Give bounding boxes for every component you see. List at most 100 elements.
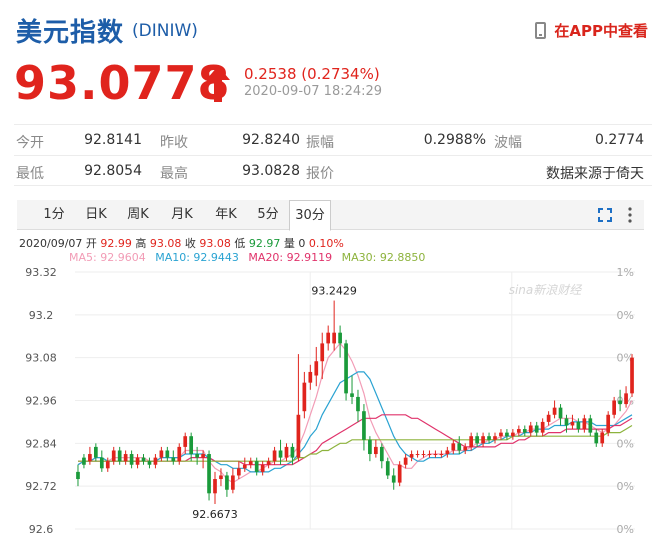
stat-value: 93.0828 [242,163,300,179]
candle-body [356,396,360,412]
candle-body [94,446,98,458]
info-close: 93.08 [199,237,231,250]
info-low-label: 低 [234,237,246,250]
tab-day-k[interactable]: 日K [77,200,115,230]
stat-value: 数据来源于倚天 [546,166,644,182]
candle-body [391,475,396,483]
candle-body [409,454,414,458]
stat-label: 波幅 [494,135,522,151]
stats-row: 最低 92.8054 最高 93.0828 报价 数据来源于倚天 [14,155,652,186]
candle-body [588,418,593,433]
y-tick-label: 93.2 [29,309,54,322]
candle-body [403,457,408,465]
candle-body [171,457,176,462]
candle-body [141,457,146,462]
candle-body [606,414,611,433]
candle-body [219,475,223,480]
pct-tick-label: 0% [617,437,634,450]
candle-body [129,454,134,465]
phone-icon [535,22,547,39]
candle-body [558,407,563,419]
fullscreen-icon[interactable] [598,208,612,222]
candle-body [499,432,503,437]
candle-body [332,332,336,344]
candle-body [266,461,271,465]
candle-body [344,343,348,394]
pct-tick-label: 0% [617,523,634,536]
candle-body [207,454,211,494]
tab-year-k[interactable]: 年K [207,200,245,230]
candle-body [302,382,307,412]
stat-label: 昨收 [160,135,188,151]
candle-body [618,400,622,405]
candle-body [213,479,217,494]
candle-body [272,450,277,462]
tab-5min[interactable]: 5分 [249,200,287,230]
info-high-label: 高 [135,237,147,250]
tab-week-k[interactable]: 周K [119,200,157,230]
stat-value: 0.2988% [423,132,486,148]
candle-body [516,429,521,433]
candle-body [528,425,533,433]
candle-body [88,454,92,462]
y-tick-label: 92.84 [25,437,57,450]
y-tick-label: 93.32 [25,266,57,279]
candle-body [612,400,616,415]
current-price: 93.0778 [14,56,231,110]
candle-body [254,461,259,472]
candle-body [487,436,491,440]
candle-body [99,457,104,469]
candle-body [493,436,497,440]
candle-body [439,454,444,456]
stat-value: 0.2774 [595,132,644,148]
candle-body [177,446,182,462]
candle-body [451,443,456,451]
candle-body [511,432,515,437]
candle-body [624,393,628,405]
info-low: 92.97 [248,237,281,250]
pct-tick-label: 0% [617,480,634,493]
candle-body [195,454,199,458]
legend-ma20: MA20: 92.9119 [248,251,333,264]
candle-body [248,461,253,465]
candle-body [278,450,283,458]
candle-body [385,461,390,476]
candle-body [111,450,116,462]
candle-body [374,446,378,455]
candle-body [564,418,569,426]
candle-body [600,432,605,444]
tab-month-k[interactable]: 月K [163,200,201,230]
open-in-app-label: 在APP中查看 [554,22,648,40]
candle-body [540,421,545,433]
tab-30min[interactable]: 30分 [289,200,331,231]
price-annotation: 92.6673 [192,508,238,521]
quote-row: 93.0778 0.2538 (0.2734%) 2020-09-07 18:2… [14,56,654,116]
watermark: sina新浪财经 [509,283,584,297]
candle-body [147,461,152,465]
info-date: 2020/09/07 [19,237,83,250]
candle-body [189,436,194,455]
stats-table: 今开 92.8141 昨收 92.8240 振幅 0.2988% 波幅 0.27… [14,124,652,186]
legend-ma10: MA10: 92.9443 [155,251,239,264]
pct-tick-label: 0% [617,309,634,322]
candle-body [481,436,485,444]
info-open: 92.99 [100,237,132,250]
stat-value: 92.8141 [84,132,142,148]
candle-body [433,454,438,456]
candle-body [201,454,205,458]
candle-body [534,425,539,433]
ma-legend: MA5: 92.9604 MA10: 92.9443 MA20: 92.9119… [69,251,431,264]
chart-panel: 1分 日K 周K 月K 年K 5分 30分 2020/09/07 开 92.99… [17,200,644,536]
price-annotation: 93.2429 [311,285,357,298]
info-close-label: 收 [184,237,196,250]
open-in-app-link[interactable]: 在APP中查看 [535,20,648,41]
y-tick-label: 92.6 [29,523,54,536]
candle-body [552,407,557,415]
more-menu-icon[interactable] [628,207,632,223]
candle-body [427,454,432,456]
candle-body [594,432,599,444]
candle-body [415,454,420,456]
legend-ma5: MA5: 92.9604 [69,251,146,264]
candle-body [576,421,581,430]
tab-1min[interactable]: 1分 [35,200,73,230]
